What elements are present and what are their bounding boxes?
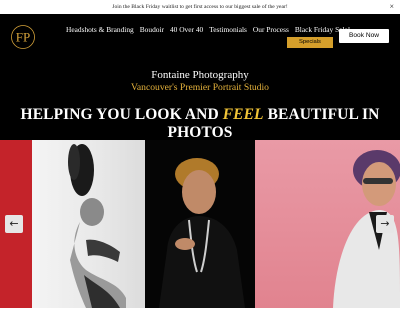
close-icon[interactable]: × xyxy=(389,0,394,14)
nav-our-process[interactable]: Our Process xyxy=(253,25,289,34)
gallery-photo-portrait[interactable] xyxy=(145,140,255,308)
photo-gallery xyxy=(0,140,400,308)
hero-headline: HELPING YOU LOOK AND FEEL BEAUTIFUL IN P… xyxy=(0,106,400,142)
nav-headshots-branding[interactable]: Headshots & Branding xyxy=(66,25,134,34)
nav-boudoir[interactable]: Boudoir xyxy=(140,25,164,34)
fontaine-logo[interactable]: FP xyxy=(10,24,36,50)
gallery-next-button[interactable]: → xyxy=(376,215,394,233)
headline-pre: HELPING YOU LOOK AND xyxy=(20,106,223,123)
specials-button[interactable]: Specials xyxy=(287,37,333,48)
portrait-figure xyxy=(159,158,245,308)
site-header: FP Headshots & Branding Boudoir 40 Over … xyxy=(0,14,400,62)
logo-letters: FP xyxy=(16,30,30,45)
announcement-text[interactable]: Join the Black Friday waitlist to get fi… xyxy=(0,0,400,14)
headline-accent: FEEL xyxy=(222,106,264,123)
footer-strip xyxy=(0,308,400,335)
book-now-button[interactable]: Book Now xyxy=(339,29,389,43)
nav-testimonials[interactable]: Testimonials xyxy=(209,25,247,34)
main-nav: Headshots & Branding Boudoir 40 Over 40 … xyxy=(66,25,350,34)
hero-subtitle: Vancouver's Premier Portrait Studio xyxy=(131,82,269,93)
hero-title: Fontaine Photography xyxy=(151,69,249,81)
nav-40-over-40[interactable]: 40 Over 40 xyxy=(170,25,203,34)
gallery-prev-button[interactable]: ← xyxy=(5,215,23,233)
announcement-bar: Join the Black Friday waitlist to get fi… xyxy=(0,0,400,14)
